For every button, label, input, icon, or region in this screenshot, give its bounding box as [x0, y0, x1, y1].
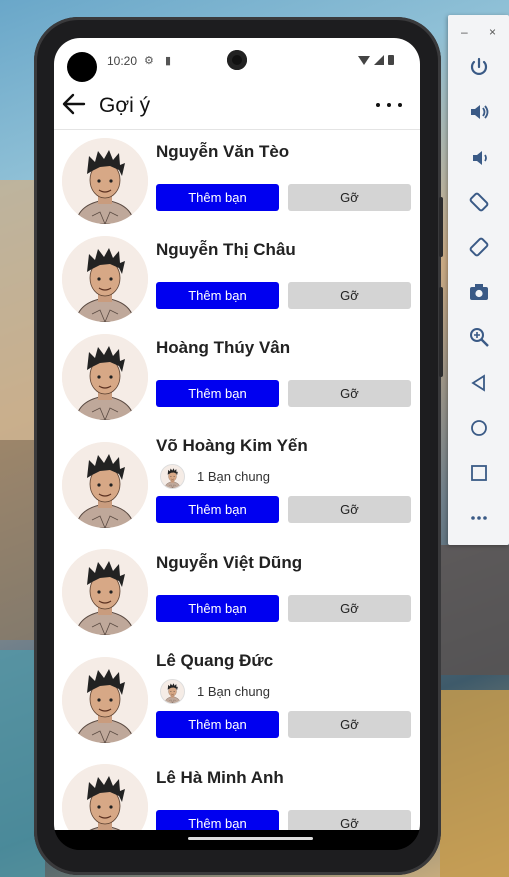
mutual-friends: 1 Bạn chung	[160, 464, 270, 489]
more-options-icon[interactable]	[372, 92, 406, 118]
avatar[interactable]	[62, 236, 148, 322]
status-time: 10:20	[107, 54, 138, 68]
suggestion-item: Nguyễn Việt Dũng Thêm bạn Gỡ	[54, 541, 420, 639]
suggestion-item: Nguyễn Thị Châu Thêm bạn Gỡ	[54, 228, 420, 326]
suggestion-item: Hoàng Thúy Vân Thêm bạn Gỡ	[54, 326, 420, 424]
navigation-bar	[54, 830, 420, 850]
overview-icon[interactable]	[467, 461, 491, 485]
front-camera	[227, 50, 247, 70]
suggestion-name[interactable]: Lê Hà Minh Anh	[156, 768, 284, 788]
suggestion-list: Nguyễn Văn Tèo Thêm bạn Gỡ Nguyễn Thị Châu…	[54, 130, 420, 850]
add-friend-button[interactable]: Thêm bạn	[156, 380, 279, 407]
add-friend-button[interactable]: Thêm bạn	[156, 184, 279, 211]
mutual-friend-avatar	[160, 679, 185, 704]
avatar[interactable]	[62, 334, 148, 420]
back-icon[interactable]	[467, 371, 491, 395]
home-icon[interactable]	[467, 416, 491, 440]
rotate-right-icon[interactable]	[467, 235, 491, 259]
avatar[interactable]	[62, 138, 148, 224]
camera-icon[interactable]	[467, 280, 491, 304]
page-title: Gợi ý	[99, 94, 151, 117]
suggestion-item: Nguyễn Văn Tèo Thêm bạn Gỡ	[54, 130, 420, 228]
home-gesture-handle[interactable]	[188, 837, 313, 840]
volume-down-icon[interactable]	[467, 146, 491, 170]
suggestion-name[interactable]: Lê Quang Đức	[156, 651, 273, 671]
battery-icon	[388, 55, 394, 65]
close-button[interactable]: ×	[489, 25, 496, 39]
suggestion-item: Võ Hoàng Kim Yến 1 Bạn chung Thêm bạn Gỡ	[54, 424, 420, 541]
suggestion-name[interactable]: Nguyễn Việt Dũng	[156, 553, 302, 573]
back-arrow-icon[interactable]	[60, 90, 88, 118]
add-friend-button[interactable]: Thêm bạn	[156, 496, 279, 523]
settings-status-icon: ⚙	[144, 55, 154, 67]
zoom-icon[interactable]	[467, 325, 491, 349]
signal-icon	[374, 55, 384, 65]
status-bar: 10:20 ⚙ ▮	[54, 38, 420, 84]
rotate-left-icon[interactable]	[467, 190, 491, 214]
remove-suggestion-button[interactable]: Gỡ	[288, 496, 411, 523]
remove-suggestion-button[interactable]: Gỡ	[288, 711, 411, 738]
sim-status-icon: ▮	[165, 55, 172, 67]
phone-screen: 10:20 ⚙ ▮ Gợi ý Nguyễn Văn Tèo Thêm bạn …	[54, 38, 420, 850]
avatar[interactable]	[62, 549, 148, 635]
add-friend-button[interactable]: Thêm bạn	[156, 711, 279, 738]
remove-suggestion-button[interactable]: Gỡ	[288, 282, 411, 309]
volume-up-icon[interactable]	[467, 100, 491, 124]
camera-cutout	[67, 52, 97, 82]
add-friend-button[interactable]: Thêm bạn	[156, 595, 279, 622]
remove-suggestion-button[interactable]: Gỡ	[288, 595, 411, 622]
suggestion-name[interactable]: Nguyễn Văn Tèo	[156, 142, 289, 162]
avatar[interactable]	[62, 442, 148, 528]
avatar[interactable]	[62, 657, 148, 743]
emulator-toolbar: – ×	[448, 15, 509, 545]
suggestion-item: Lê Quang Đức 1 Bạn chung Thêm bạn Gỡ	[54, 639, 420, 756]
app-content: 10:20 ⚙ ▮ Gợi ý Nguyễn Văn Tèo Thêm bạn …	[54, 38, 420, 850]
status-icons	[358, 55, 394, 65]
mutual-friends: 1 Bạn chung	[160, 679, 270, 704]
suggestion-name[interactable]: Nguyễn Thị Châu	[156, 240, 296, 260]
suggestion-name[interactable]: Hoàng Thúy Vân	[156, 338, 290, 358]
app-bar: Gợi ý	[54, 84, 420, 130]
mutual-friends-count: 1 Bạn chung	[197, 469, 271, 484]
mutual-friends-count: 1 Bạn chung	[197, 684, 271, 699]
minimize-button[interactable]: –	[461, 25, 468, 39]
more-icon[interactable]	[467, 506, 491, 530]
suggestion-name[interactable]: Võ Hoàng Kim Yến	[156, 436, 308, 456]
add-friend-button[interactable]: Thêm bạn	[156, 282, 279, 309]
remove-suggestion-button[interactable]: Gỡ	[288, 380, 411, 407]
background-art	[440, 690, 509, 877]
power-icon[interactable]	[467, 55, 491, 79]
background-art	[440, 545, 509, 675]
mutual-friend-avatar	[160, 464, 185, 489]
remove-suggestion-button[interactable]: Gỡ	[288, 184, 411, 211]
wifi-icon	[358, 55, 370, 65]
